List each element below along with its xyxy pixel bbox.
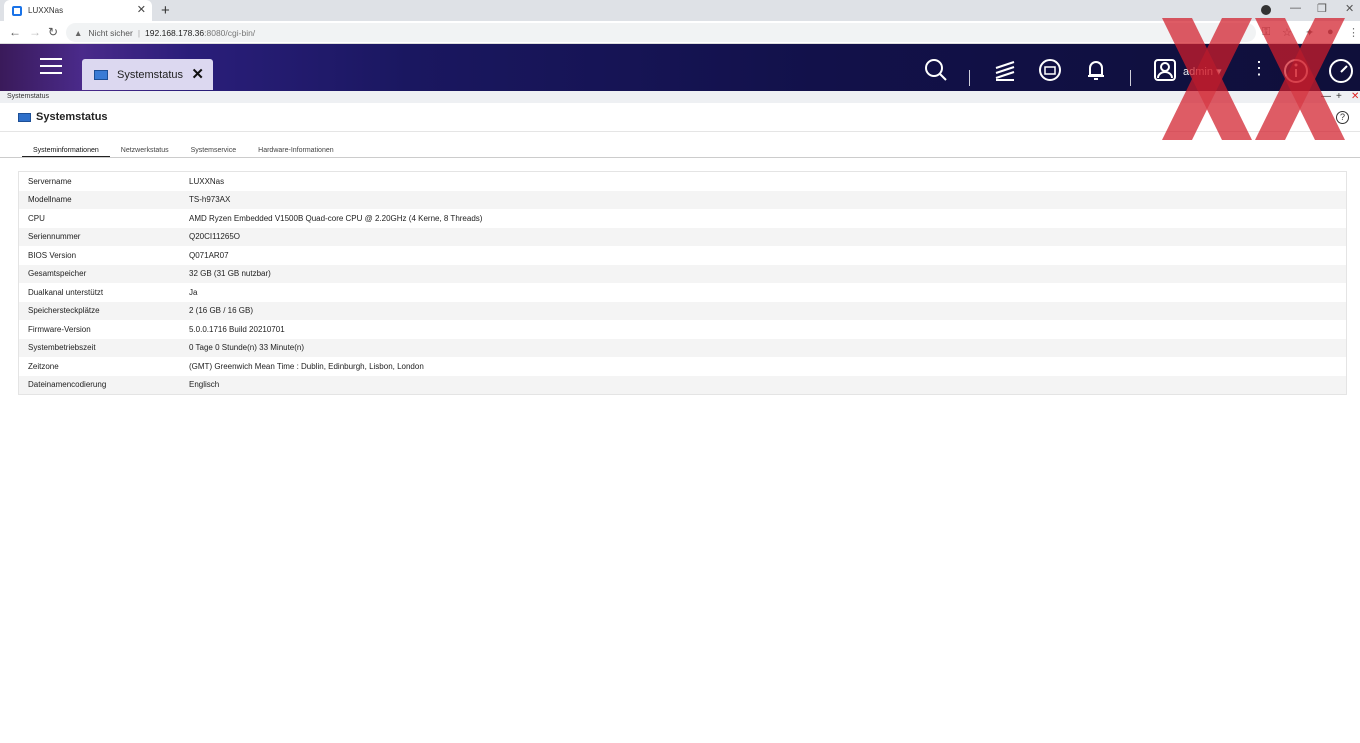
reload-icon[interactable]: ↻ [48,25,58,39]
background-tasks-icon[interactable] [993,58,1017,82]
table-row: Seriennummer Q20CI11265O [19,227,1346,246]
tab-underline [0,157,1360,158]
row-key: Servername [28,176,72,186]
url-path: :8080/cgi-bin/ [204,27,256,38]
monitor-icon [94,69,108,80]
profile-icon[interactable] [1261,5,1271,15]
table-row: Firmware-Version 5.0.0.1716 Build 2021070… [19,320,1346,339]
row-value: TS-h973AX [189,195,231,205]
table-row: Zeitzone (GMT) Greenwich Mean Time : Dubl… [19,357,1346,376]
security-label: Nicht sicher [88,27,133,38]
row-key: CPU [28,213,45,223]
minimize-icon[interactable]: — [1290,2,1301,14]
restore-icon[interactable]: ❐ [1317,2,1327,15]
table-row: Dualkanal unterstützt Ja [19,283,1346,302]
xx-watermark-logo [1162,18,1345,140]
row-key: BIOS Version [28,250,77,260]
table-row: Servername LUXXNas [19,172,1346,191]
table-row: Speichersteckplätze 2 (16 GB / 16 GB) [19,301,1346,320]
row-value: 2 (16 GB / 16 GB) [189,306,254,316]
row-key: Seriennummer [28,232,81,242]
table-row: Systembetriebszeit 0 Tage 0 Stunde(n) 33 … [19,338,1346,357]
table-row: CPU AMD Ryzen Embedded V1500B Quad-core C… [19,209,1346,228]
row-value: 5.0.0.1716 Build 20210701 [189,324,285,334]
url-separator: | [137,27,141,38]
browser-tab[interactable]: LUXXNas ✕ [4,0,152,21]
row-key: Firmware-Version [28,324,91,334]
new-tab-icon[interactable]: + [161,2,170,19]
page-title: Systemstatus [18,111,108,123]
row-key: Zeitzone [28,361,59,371]
system-info-table: Servername LUXXNas Modellname TS-h973AX CP… [18,171,1347,395]
back-icon[interactable]: ← [9,25,21,39]
row-key: Gesamtspeicher [28,269,87,279]
table-row: BIOS Version Q071AR07 [19,246,1346,265]
close-app-icon[interactable]: ✕ [191,65,204,83]
table-row: Modellname TS-h973AX [19,190,1346,209]
menu-kebab-icon[interactable]: ⋮ [1348,26,1359,39]
row-key: Speichersteckplätze [28,306,100,316]
page-title-text: Systemstatus [36,111,108,123]
address-bar: ← → ↻ ▲ Nicht sicher | 192.168.178.36:80… [0,21,1360,44]
header-separator [969,70,970,86]
row-value: 0 Tage 0 Stunde(n) 33 Minute(n) [189,343,305,353]
sync-icon[interactable] [1038,58,1062,82]
header-separator [1130,70,1131,86]
row-key: Dualkanal unterstützt [28,287,104,297]
row-value: AMD Ryzen Embedded V1500B Quad-core CPU … [189,213,483,223]
row-value: Englisch [189,380,220,390]
row-value: LUXXNas [189,176,225,186]
row-value: 32 GB (31 GB nutzbar) [189,269,271,279]
close-window-icon[interactable]: ✕ [1345,2,1354,15]
close-tab-icon[interactable]: ✕ [137,3,146,16]
notification-bell-icon[interactable] [1084,58,1108,82]
warning-icon: ▲ [74,27,83,38]
row-value: Q20CI11265O [189,232,240,242]
main-menu-icon[interactable] [40,58,62,79]
browser-tab-title: LUXXNas [28,6,64,15]
row-key: Systembetriebszeit [28,343,96,353]
browser-tabstrip: LUXXNas ✕ + — ❐ ✕ [0,0,1360,21]
table-row: Dateinamencodierung Englisch [19,375,1346,394]
row-value: Ja [189,287,198,297]
url-field[interactable]: ▲ Nicht sicher | 192.168.178.36:8080/cgi… [66,23,1256,42]
search-icon[interactable] [924,58,948,82]
row-key: Modellname [28,195,72,205]
site-favicon-icon [12,5,22,16]
monitor-icon [18,112,31,122]
app-tab-systemstatus[interactable]: Systemstatus ✕ [82,59,213,90]
row-key: Dateinamencodierung [28,380,107,390]
url-host: 192.168.178.36 [145,27,205,38]
table-row: Gesamtspeicher 32 GB (31 GB nutzbar) [19,264,1346,283]
qts-header: Systemstatus ✕ admin ▾ ⋮ [0,44,1360,91]
app-tab-label: Systemstatus [117,68,184,81]
window-titlebar-label: Systemstatus [7,93,50,100]
row-value: (GMT) Greenwich Mean Time : Dublin, Edin… [189,361,424,371]
row-value: Q071AR07 [189,250,229,260]
divider [0,131,1360,132]
window-titlebar: Systemstatus [0,91,1360,103]
forward-icon[interactable]: → [29,25,41,39]
window-close-icon[interactable]: ✕ [1351,91,1359,103]
